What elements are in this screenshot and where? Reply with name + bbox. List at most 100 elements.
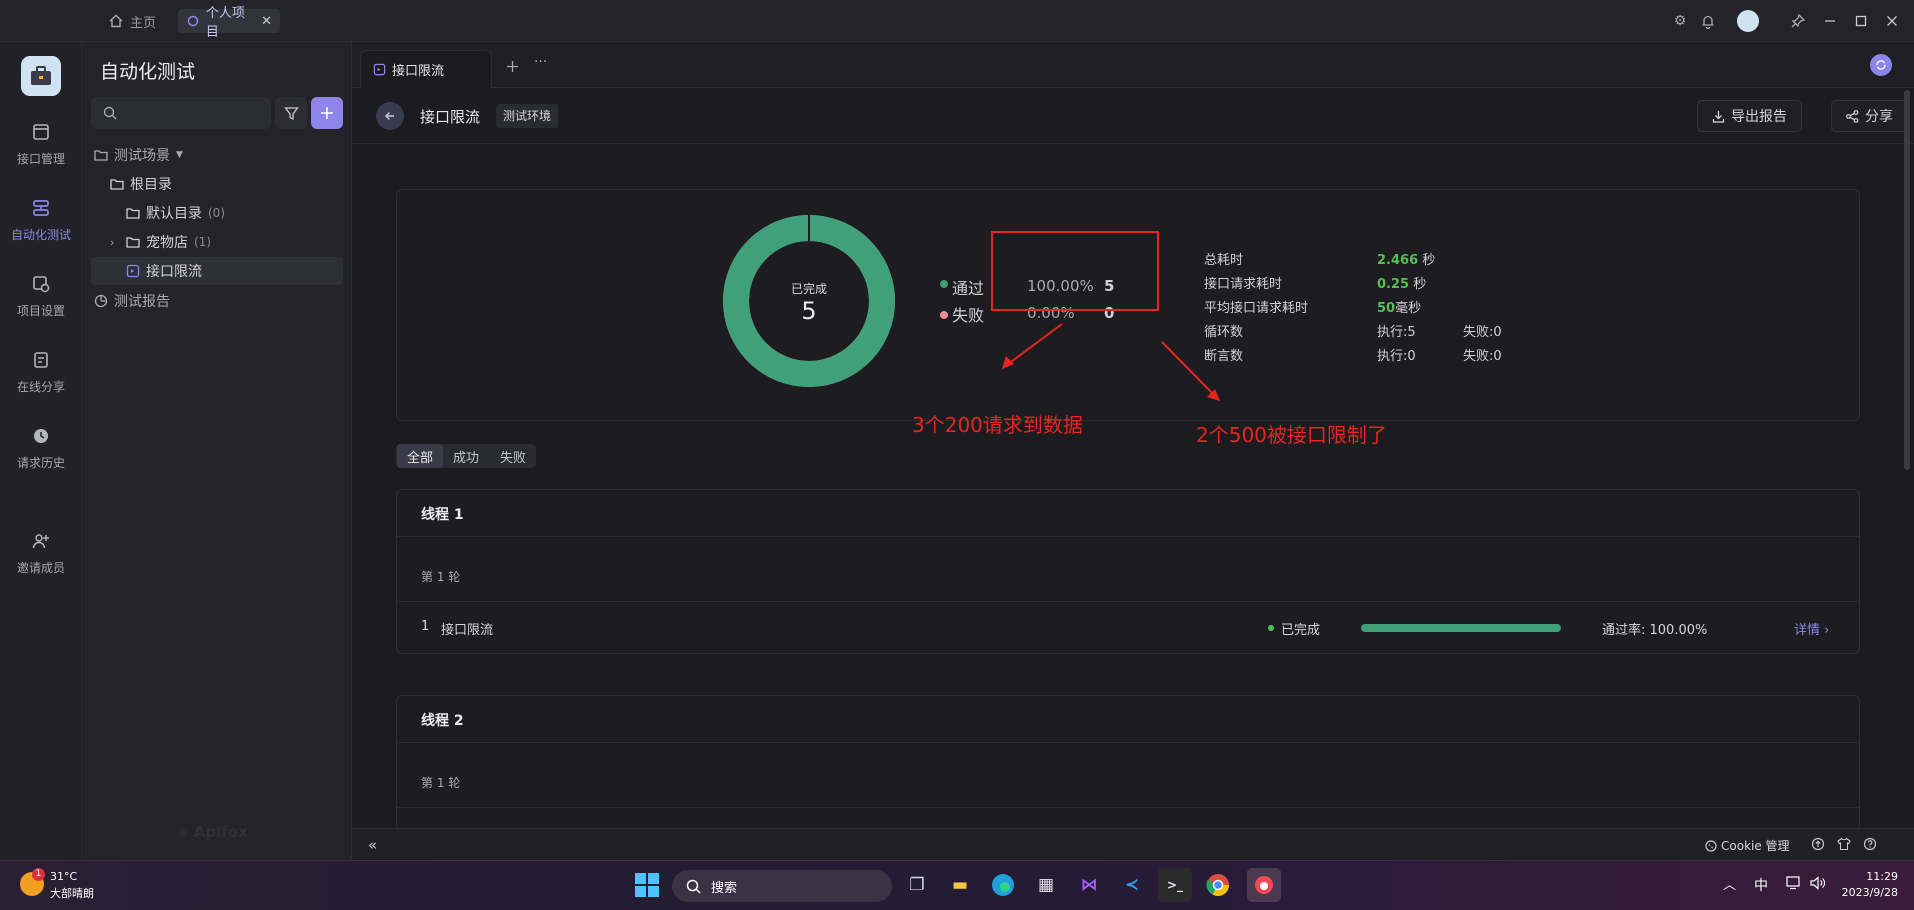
shirt-icon[interactable] bbox=[1837, 837, 1851, 855]
filter-all[interactable]: 全部 bbox=[397, 444, 444, 468]
pass-label: 通过 bbox=[952, 279, 985, 298]
home-tab[interactable]: 主页 bbox=[100, 9, 164, 33]
minimize-icon[interactable] bbox=[1822, 13, 1838, 29]
rail-api-management[interactable]: 接口管理 bbox=[0, 123, 82, 167]
search-input[interactable] bbox=[91, 97, 271, 129]
notification-badge: 1 bbox=[32, 868, 45, 881]
tray-chevron-up-icon[interactable]: ︿ bbox=[1723, 874, 1736, 893]
tree-rate-limit-label: 接口限流 bbox=[146, 264, 202, 280]
cookie-label: Cookie 管理 bbox=[1721, 839, 1790, 853]
clock-date[interactable]: 2023/9/28 bbox=[1828, 886, 1898, 899]
visual-studio-icon[interactable]: ⋈ bbox=[1072, 868, 1106, 902]
add-button[interactable] bbox=[311, 97, 343, 129]
download-icon bbox=[1712, 110, 1725, 123]
sync-button[interactable] bbox=[1870, 54, 1892, 76]
chrome-icon[interactable] bbox=[1201, 868, 1235, 902]
store-icon[interactable]: ▦ bbox=[1029, 868, 1063, 902]
filter-fail[interactable]: 失败 bbox=[490, 444, 536, 468]
status-text: 已完成 bbox=[1281, 623, 1321, 638]
asserts-exec: 执行:0 bbox=[1377, 349, 1416, 364]
new-tab-button[interactable] bbox=[497, 52, 527, 80]
project-icon bbox=[186, 13, 200, 29]
total-time-label: 总耗时 bbox=[1204, 253, 1244, 268]
share-button[interactable]: 分享 bbox=[1831, 100, 1908, 132]
asserts-label: 断言数 bbox=[1204, 349, 1244, 364]
tree-reports[interactable]: 测试报告 bbox=[94, 288, 170, 314]
taskbar-search[interactable]: 搜索 bbox=[672, 870, 892, 902]
collapse-sidebar-icon[interactable]: « bbox=[368, 836, 377, 854]
pin-icon[interactable] bbox=[1790, 13, 1806, 29]
close-icon[interactable]: ✕ bbox=[261, 14, 272, 29]
thread-title: 线程 1 bbox=[421, 507, 464, 523]
asserts-fail: 失败:0 bbox=[1463, 349, 1502, 364]
thread-card-2: 线程 2 第 1 轮 bbox=[396, 695, 1860, 828]
network-icon[interactable] bbox=[1786, 876, 1802, 894]
env-badge[interactable]: 测试环境 bbox=[496, 104, 559, 128]
terminal-icon[interactable]: >_ bbox=[1158, 868, 1192, 902]
nav-rail: 接口管理 自动化测试 项目设置 在线分享 请求历史 邀请成员 bbox=[0, 42, 82, 860]
rail-online-share[interactable]: 在线分享 bbox=[0, 351, 82, 395]
plus-icon bbox=[506, 60, 518, 72]
rail-automation-test[interactable]: 自动化测试 bbox=[0, 199, 82, 243]
clock-time[interactable]: 11:29 bbox=[1838, 870, 1898, 883]
tree-pet-label: 宠物店 bbox=[146, 235, 188, 251]
task-view-icon[interactable]: ❐ bbox=[900, 868, 934, 902]
loops-fail: 失败:0 bbox=[1463, 325, 1502, 340]
edge-icon[interactable] bbox=[986, 868, 1020, 902]
maximize-icon[interactable] bbox=[1853, 13, 1869, 29]
search-icon bbox=[686, 879, 701, 894]
tab-label: 接口限流 bbox=[392, 64, 445, 79]
file-explorer-icon[interactable]: ▬ bbox=[943, 868, 977, 902]
arrow-left-icon bbox=[385, 112, 394, 120]
windows-start-icon[interactable] bbox=[634, 872, 660, 898]
sync-icon bbox=[1876, 60, 1886, 70]
tree-default-dir[interactable]: 默认目录 (0) bbox=[126, 200, 225, 226]
vscode-icon[interactable]: ≺ bbox=[1115, 868, 1149, 902]
rail-invite-members[interactable]: 邀请成员 bbox=[0, 532, 82, 576]
settings-icon[interactable]: ⚙ bbox=[1672, 13, 1688, 29]
req-time-value: 0.25 bbox=[1377, 277, 1410, 292]
tree-pet-store[interactable]: › 宠物店 (1) bbox=[110, 229, 211, 255]
close-window-icon[interactable] bbox=[1884, 13, 1900, 29]
caret-down-icon: ▼ bbox=[176, 150, 183, 160]
ime-indicator[interactable]: 中 bbox=[1754, 875, 1768, 895]
api-icon bbox=[30, 123, 52, 145]
home-tab-label: 主页 bbox=[130, 15, 157, 31]
upload-icon[interactable] bbox=[1811, 837, 1825, 855]
project-tab[interactable]: 个人项目 ✕ bbox=[178, 6, 280, 40]
more-icon[interactable]: ··· bbox=[534, 54, 547, 70]
cookie-manager-button[interactable]: Cookie 管理 bbox=[1705, 837, 1790, 854]
export-report-button[interactable]: 导出报告 bbox=[1697, 100, 1802, 132]
filter-success[interactable]: 成功 bbox=[443, 444, 489, 468]
rail-label: 接口管理 bbox=[16, 152, 65, 166]
tree-scenes[interactable]: 测试场景 ▼ bbox=[94, 142, 183, 168]
tree-root[interactable]: 根目录 bbox=[110, 171, 172, 197]
automation-icon bbox=[30, 199, 52, 221]
req-time-unit: 秒 bbox=[1413, 277, 1427, 292]
row-name[interactable]: 接口限流 bbox=[441, 619, 493, 638]
sidebar-title: 自动化测试 bbox=[100, 61, 196, 83]
pass-dot bbox=[940, 280, 948, 288]
tree-rate-limit[interactable]: 接口限流 bbox=[126, 258, 202, 284]
avg-time: 50毫秒 bbox=[1377, 297, 1421, 316]
back-button[interactable] bbox=[376, 102, 404, 130]
apifox-app-icon[interactable] bbox=[1247, 868, 1281, 902]
avatar[interactable] bbox=[1737, 10, 1759, 32]
tab-rate-limit[interactable]: 接口限流 bbox=[360, 50, 492, 88]
fail-label: 失败 bbox=[952, 306, 985, 325]
rail-request-history[interactable]: 请求历史 bbox=[0, 427, 82, 471]
bell-icon[interactable] bbox=[1700, 13, 1716, 29]
details-link[interactable]: 详情 › bbox=[1794, 619, 1829, 638]
chevron-right-icon[interactable]: › bbox=[110, 236, 120, 249]
progress-track bbox=[1361, 624, 1561, 632]
req-time-label: 接口请求耗时 bbox=[1204, 277, 1283, 292]
tree-default-label: 默认目录 bbox=[146, 206, 202, 222]
filter-button[interactable] bbox=[275, 97, 307, 129]
share-icon bbox=[1846, 109, 1859, 123]
share-label: 分享 bbox=[1865, 109, 1893, 125]
rail-project-settings[interactable]: 项目设置 bbox=[0, 275, 82, 319]
help-icon[interactable] bbox=[1863, 837, 1877, 855]
export-label: 导出报告 bbox=[1731, 109, 1787, 125]
main-scrollbar[interactable] bbox=[1904, 90, 1910, 470]
volume-icon[interactable] bbox=[1810, 876, 1826, 894]
